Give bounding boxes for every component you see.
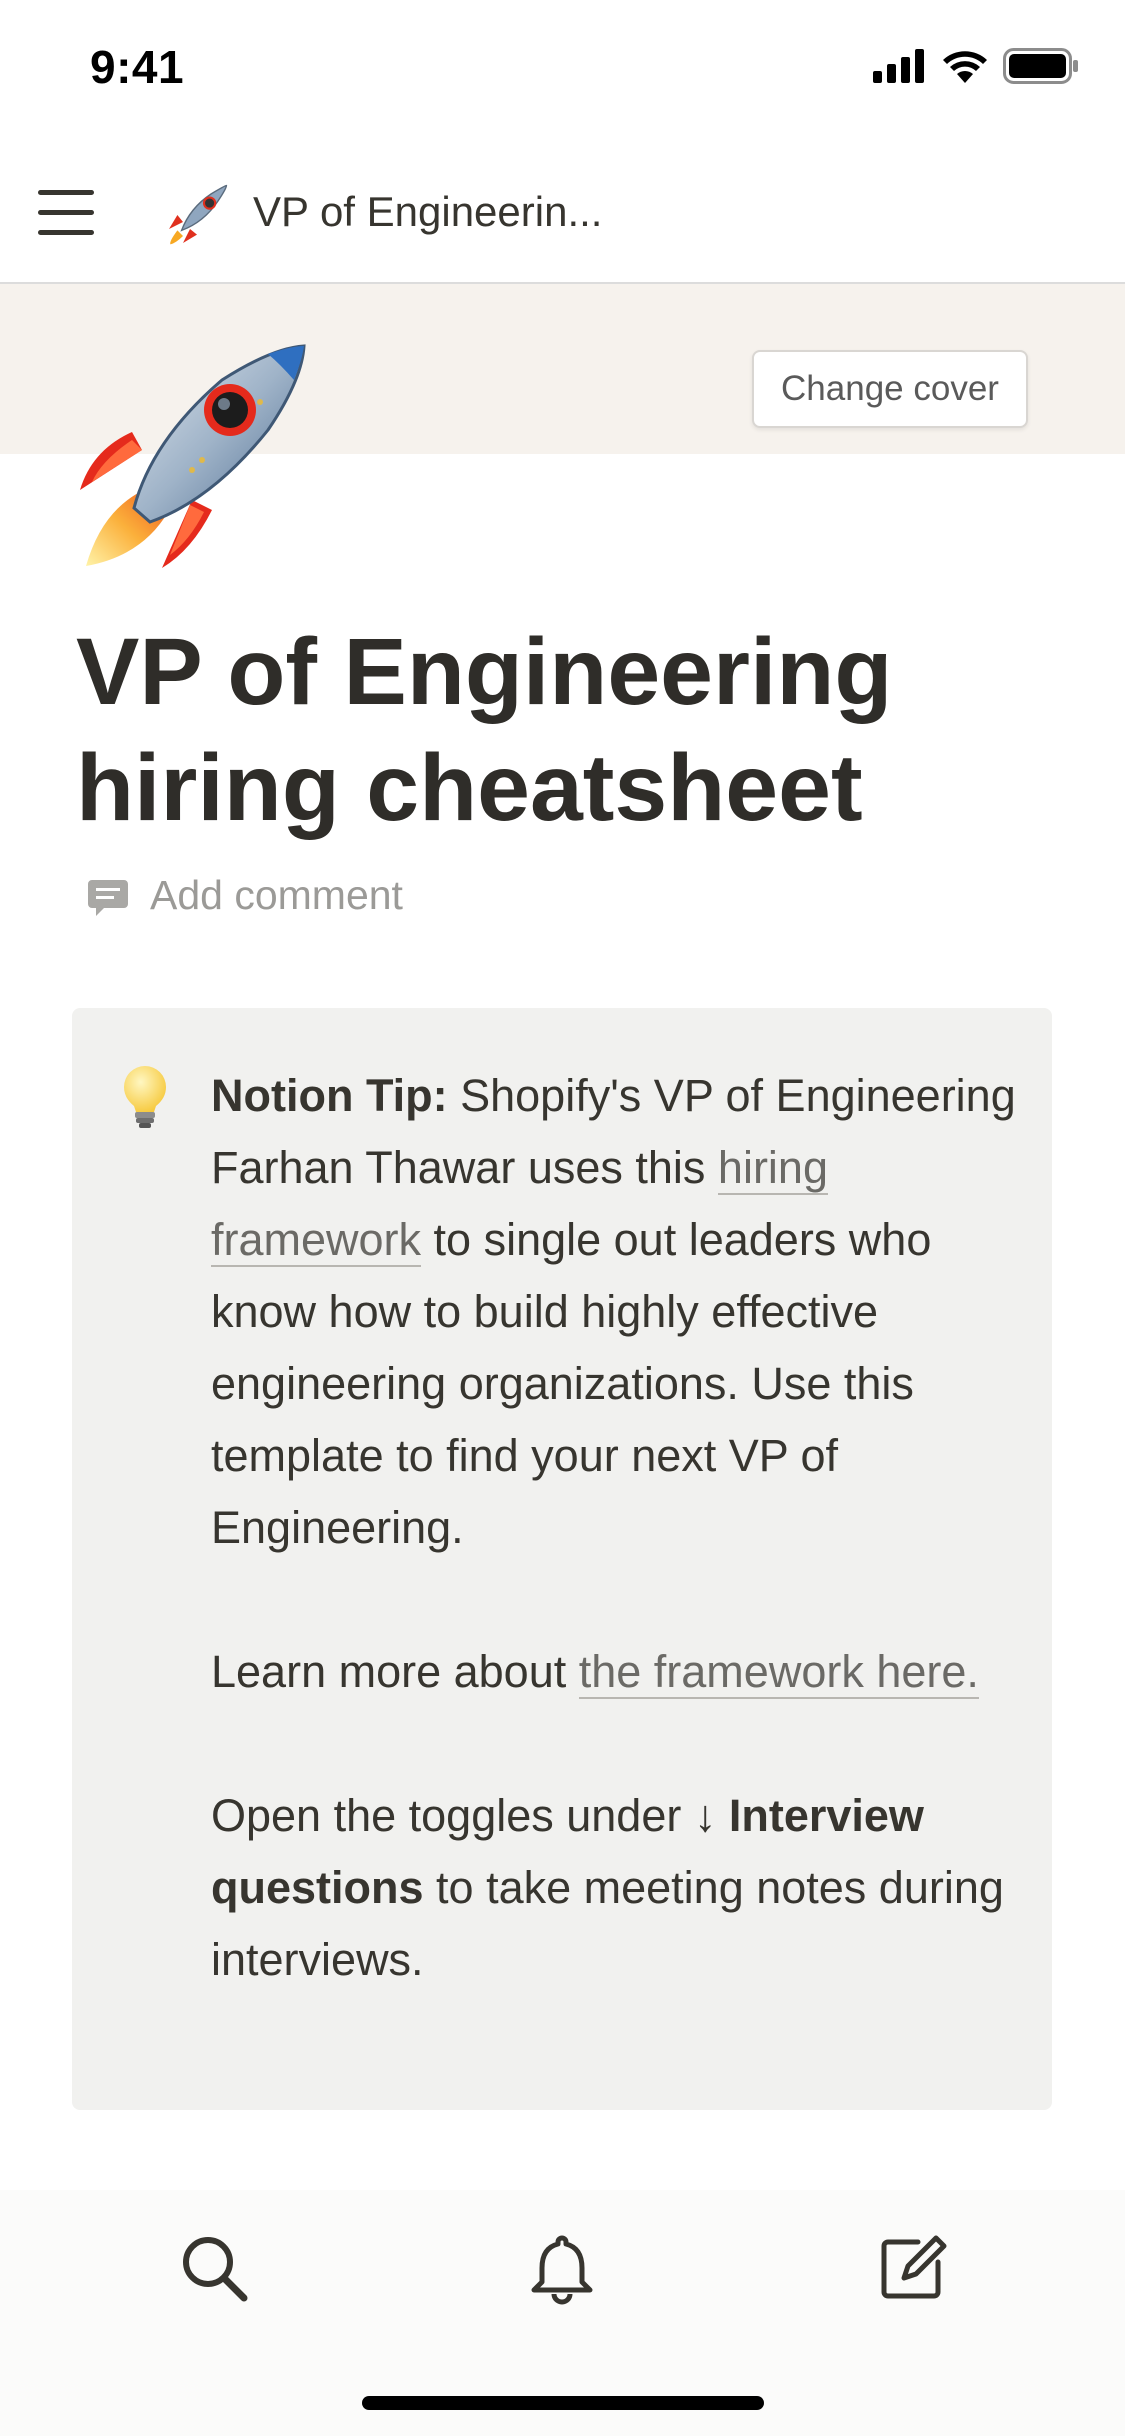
add-comment-label: Add comment xyxy=(150,872,403,918)
page-title[interactable]: VP of Engineering hiring cheatsheet xyxy=(76,614,1056,846)
notion-tip-callout[interactable]: Notion Tip: Shopify's VP of Engineering … xyxy=(72,1008,1052,2110)
add-comment-button[interactable]: Add comment xyxy=(86,872,403,919)
home-indicator[interactable] xyxy=(362,2396,764,2410)
callout-paragraph-toggles: Open the toggles under ↓ Interview quest… xyxy=(211,1780,1021,1996)
search-icon[interactable] xyxy=(176,2230,252,2306)
comment-icon xyxy=(88,879,128,916)
cellular-signal-icon xyxy=(873,49,924,83)
callout-text: Notion Tip: Shopify's VP of Engineering … xyxy=(211,1060,1021,1996)
rocket-icon[interactable] xyxy=(162,180,232,250)
wifi-icon xyxy=(943,51,987,83)
tip-label: Notion Tip: xyxy=(211,1070,448,1121)
hamburger-menu-icon[interactable] xyxy=(38,190,94,236)
compose-icon[interactable] xyxy=(874,2230,950,2306)
toggles-text-part-1: Open the toggles under xyxy=(211,1790,694,1841)
lightbulb-icon xyxy=(124,1066,166,1128)
rocket-icon[interactable] xyxy=(72,340,312,580)
top-navigation-bar: VP of Engineerin... xyxy=(0,136,1125,284)
bell-icon[interactable] xyxy=(524,2230,600,2306)
status-bar: 9:41 xyxy=(0,0,1125,136)
change-cover-button[interactable]: Change cover xyxy=(752,350,1028,428)
callout-paragraph-learn-more: Learn more about the framework here. xyxy=(211,1636,1021,1708)
learn-more-text: Learn more about xyxy=(211,1646,579,1697)
status-time: 9:41 xyxy=(90,41,185,93)
callout-paragraph-tip: Notion Tip: Shopify's VP of Engineering … xyxy=(211,1060,1021,1564)
framework-link[interactable]: the framework here. xyxy=(578,1646,979,1699)
nav-page-title[interactable]: VP of Engineerin... xyxy=(253,188,602,236)
battery-icon xyxy=(1003,48,1078,84)
status-icons xyxy=(873,48,1079,84)
